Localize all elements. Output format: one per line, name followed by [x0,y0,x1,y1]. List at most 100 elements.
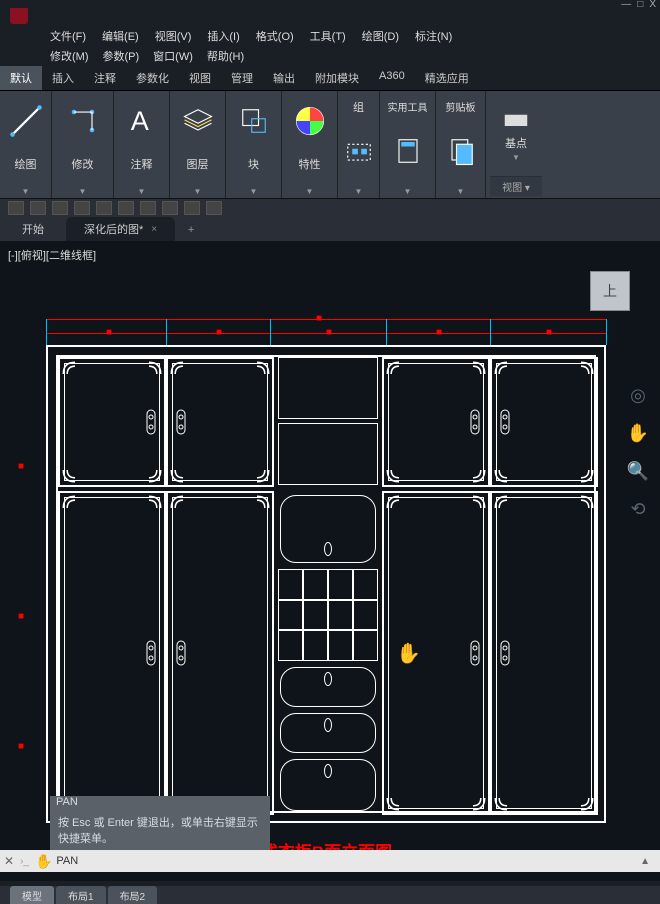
tab-start[interactable]: 开始 [4,217,62,241]
chevron-icon[interactable]: ›_ [20,856,29,867]
menu-draw[interactable]: 绘图(D) [362,28,399,44]
ribbon-tab-manage[interactable]: 管理 [221,66,263,90]
ribbon-tab-output[interactable]: 输出 [263,66,305,90]
qat-icon[interactable] [52,201,68,215]
menu-edit[interactable]: 编辑(E) [102,28,139,44]
dimension-text: ■ [436,327,442,338]
qat-icon[interactable] [30,201,46,215]
menu-view[interactable]: 视图(V) [155,28,192,44]
pan-icon[interactable]: ✋ [624,419,652,447]
corner-ornament [136,495,162,521]
zoom-icon[interactable]: 🔍 [624,457,652,485]
ribbon-tab-a360[interactable]: A360 [369,66,415,90]
tab-layout1[interactable]: 布局1 [56,886,106,904]
panel-modify[interactable]: 修改 ▼ [52,91,114,198]
door-handle [498,639,512,667]
drawing-viewport[interactable]: [-][俯视][二维线框] 上 ◎ ✋ 🔍 ⟲ ■ ■ ■ ■ ■ ■ ■ ■ … [0,241,660,881]
menu-format[interactable]: 格式(O) [256,28,294,44]
close-button[interactable]: X [649,0,656,10]
document-tabs: 开始 深化后的图*× + [0,217,660,241]
corner-ornament [170,361,196,387]
clipboard-icon [443,133,479,169]
panel-annotate[interactable]: A 注释 ▼ [114,91,170,198]
panel-draw[interactable]: 绘图 ▼ [0,91,52,198]
chevron-down-icon[interactable]: ▼ [79,187,87,196]
maximize-button[interactable]: □ [637,0,643,10]
chevron-up-icon[interactable]: ▲ [634,856,656,867]
navigation-bar: ◎ ✋ 🔍 ⟲ [624,381,652,523]
qat-icon[interactable] [74,201,90,215]
menu-parametric[interactable]: 参数(P) [103,48,140,64]
corner-ornament [62,457,88,483]
app-tab[interactable] [10,8,28,24]
menu-insert[interactable]: 插入(I) [207,28,239,44]
ribbon-tab-addins[interactable]: 附加模块 [305,66,369,90]
orbit-icon[interactable]: ⟲ [624,495,652,523]
panel-utilities[interactable]: 实用工具 ▼ [380,91,436,198]
menu-file[interactable]: 文件(F) [50,28,86,44]
chevron-down-icon[interactable]: ▼ [250,187,258,196]
command-line[interactable]: ✕ ›_ ✋ ▲ [0,850,660,872]
dimension-line [46,319,606,320]
chevron-down-icon[interactable]: ▼ [306,187,314,196]
menubar-row2: 修改(M) 参数(P) 窗口(W) 帮助(H) [0,46,660,66]
command-name: PAN [50,796,270,810]
menu-help[interactable]: 帮助(H) [207,48,244,64]
close-icon[interactable]: ✕ [4,854,14,868]
panel-layers[interactable]: 图层 ▼ [170,91,226,198]
base-icon [498,99,534,135]
panel-footer-view[interactable]: 视图 ▾ [490,176,542,196]
drawer [280,667,376,707]
chevron-down-icon[interactable]: ▼ [498,153,534,162]
corner-ornament [244,457,270,483]
ribbon-tab-parametric[interactable]: 参数化 [126,66,179,90]
qat-icon[interactable] [140,201,156,215]
panel-block[interactable]: 块 ▼ [226,91,282,198]
corner-ornament [494,457,520,483]
new-tab-button[interactable]: + [179,221,203,241]
chevron-down-icon[interactable]: ▼ [404,187,412,196]
chevron-down-icon[interactable]: ▼ [457,187,465,196]
minimize-button[interactable]: — [621,0,631,10]
qat-icon[interactable] [96,201,112,215]
menu-dimension[interactable]: 标注(N) [415,28,452,44]
qat-icon[interactable] [162,201,178,215]
chevron-down-icon[interactable]: ▼ [138,187,146,196]
command-input[interactable] [56,855,634,867]
ribbon-tab-featured[interactable]: 精选应用 [415,66,479,90]
dimension-text: ■ [18,461,24,472]
cabinet-outline [46,345,606,823]
qat-icon[interactable] [118,201,134,215]
chevron-down-icon[interactable]: ▼ [355,187,363,196]
qat-icon[interactable] [184,201,200,215]
viewcube[interactable]: 上 [590,271,630,311]
chevron-down-icon[interactable]: ▼ [194,187,202,196]
menu-window[interactable]: 窗口(W) [153,48,193,64]
qat-icon[interactable] [206,201,222,215]
ribbon-tab-default[interactable]: 默认 [0,66,42,90]
ribbon-tab-view[interactable]: 视图 [179,66,221,90]
panel-base[interactable]: 基点 ▼ 视图 ▾ [486,91,546,198]
tab-layout2[interactable]: 布局2 [108,886,158,904]
door-left-1 [58,491,166,815]
steering-wheel-icon[interactable]: ◎ [624,381,652,409]
corner-ornament [494,361,520,387]
ribbon-tab-annotate[interactable]: 注释 [84,66,126,90]
qat-icon[interactable] [8,201,24,215]
viewport-controls[interactable]: [-][俯视][二维线框] [8,247,96,263]
panel-properties[interactable]: 特性 ▼ [282,91,338,198]
menu-modify[interactable]: 修改(M) [50,48,89,64]
panel-clipboard[interactable]: 剪贴板 ▼ [436,91,486,198]
menu-tools[interactable]: 工具(T) [310,28,346,44]
panel-group[interactable]: 组 ▼ [338,91,380,198]
close-icon[interactable]: × [151,224,157,235]
corner-ornament [568,361,594,387]
ribbon-tab-insert[interactable]: 插入 [42,66,84,90]
tab-drawing[interactable]: 深化后的图*× [66,217,175,241]
extension-line [606,319,607,345]
command-hint: 按 Esc 或 Enter 键退出，或单击右键显示快捷菜单。 [50,810,270,850]
chevron-down-icon[interactable]: ▼ [22,187,30,196]
tab-model[interactable]: 模型 [10,886,54,904]
pan-icon: ✋ [35,853,52,870]
panel-label: 实用工具 [388,99,428,114]
